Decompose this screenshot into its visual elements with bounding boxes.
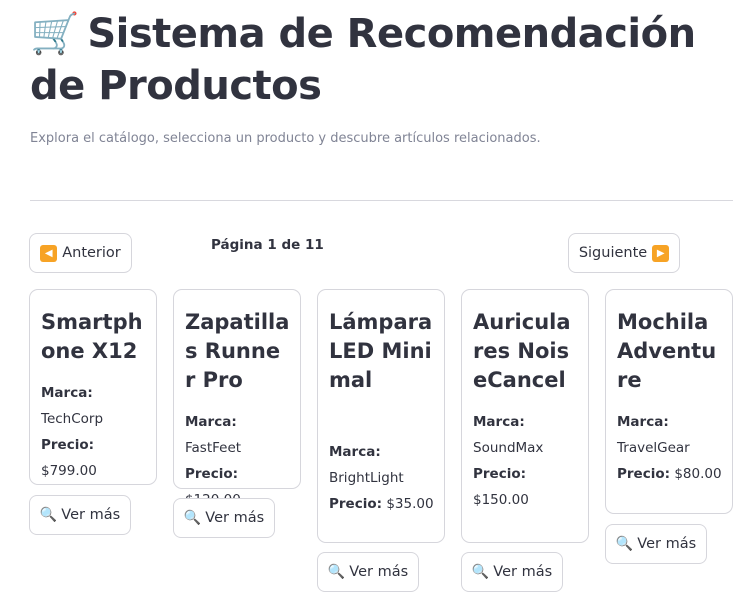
product-name: Zapatillas Runner Pro xyxy=(185,310,290,392)
product-brand-label: Marca: xyxy=(329,444,381,460)
previous-page-button[interactable]: ◀ Anterior xyxy=(29,233,132,273)
magnifier-icon: 🔍 xyxy=(471,564,490,580)
product-name: Lámpara LED Minimal xyxy=(329,310,433,392)
previous-page-label: Anterior xyxy=(62,245,121,261)
view-more-label: Ver más xyxy=(205,510,265,526)
product-brand: TechCorp xyxy=(41,411,104,427)
view-more-button[interactable]: 🔍 Ver más xyxy=(29,495,131,535)
divider xyxy=(30,200,733,201)
view-more-label: Ver más xyxy=(637,536,697,552)
view-more-label: Ver más xyxy=(349,564,409,580)
product-brand: BrightLight xyxy=(329,470,404,486)
product-brand: TravelGear xyxy=(617,440,690,456)
page-subtitle: Explora el catálogo, selecciona un produ… xyxy=(30,131,541,146)
page-title-text: Sistema de Recomendación de Productos xyxy=(30,11,696,109)
product-name: Smartphone X12 xyxy=(41,310,143,363)
product-price: Precio: $35.00 xyxy=(329,496,434,512)
product-name: Auriculares NoiseCancel xyxy=(473,310,571,392)
product-card: Zapatillas Runner Pro Marca: FastFeet Pr… xyxy=(173,289,301,508)
product-card: Mochila Adventure Marca: TravelGear Prec… xyxy=(605,289,733,514)
view-more-label: Ver más xyxy=(493,564,553,580)
page-title: 🛒 Sistema de Recomendación de Productos xyxy=(30,8,730,112)
product-card: Auriculares NoiseCancel Marca: SoundMax … xyxy=(461,289,589,543)
product-price: Precio: $799.00 xyxy=(41,437,97,479)
view-more-button[interactable]: 🔍 Ver más xyxy=(461,552,563,592)
product-brand: Marca: FastFeet xyxy=(185,414,242,456)
arrow-right-icon: ▶ xyxy=(652,244,670,262)
product-price: Precio: $80.00 xyxy=(617,466,722,482)
shopping-cart-icon: 🛒 xyxy=(30,11,80,57)
product-brand-label: Marca: xyxy=(473,414,525,430)
product-card: Smartphone X12 Marca: TechCorp Precio: $… xyxy=(29,289,157,485)
magnifier-icon: 🔍 xyxy=(39,507,58,523)
view-more-button[interactable]: 🔍 Ver más xyxy=(173,498,275,538)
magnifier-icon: 🔍 xyxy=(327,564,346,580)
view-more-label: Ver más xyxy=(61,507,121,523)
product-card: Lámpara LED Minimal Marca: BrightLight P… xyxy=(317,289,445,543)
product-price: Precio: $150.00 xyxy=(473,466,529,508)
magnifier-icon: 🔍 xyxy=(615,536,634,552)
view-more-button[interactable]: 🔍 Ver más xyxy=(605,524,707,564)
product-brand-label: Marca: xyxy=(41,385,93,401)
magnifier-icon: 🔍 xyxy=(183,510,202,526)
view-more-button[interactable]: 🔍 Ver más xyxy=(317,552,419,592)
product-name: Mochila Adventure xyxy=(617,310,717,392)
page-indicator: Página 1 de 11 xyxy=(211,237,324,253)
product-brand: SoundMax xyxy=(473,440,544,456)
next-page-label: Siguiente xyxy=(578,245,648,261)
product-brand-label: Marca: xyxy=(617,414,669,430)
next-page-button[interactable]: Siguiente ▶ xyxy=(568,233,680,273)
arrow-left-icon: ◀ xyxy=(40,244,58,262)
